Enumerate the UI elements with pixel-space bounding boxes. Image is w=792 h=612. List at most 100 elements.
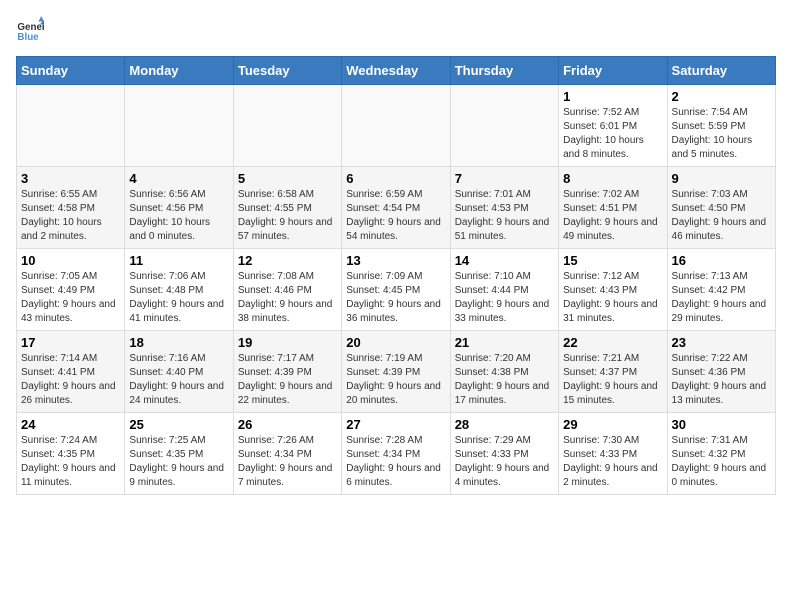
calendar-week-3: 17 Sunrise: 7:14 AM Sunset: 4:41 PM Dayli… — [17, 331, 776, 413]
calendar-cell — [125, 85, 233, 167]
day-number: 30 — [672, 417, 771, 432]
day-number: 24 — [21, 417, 120, 432]
day-info: Sunrise: 7:13 AM Sunset: 4:42 PM Dayligh… — [672, 270, 771, 326]
day-number: 22 — [563, 335, 662, 350]
calendar-cell: 7 Sunrise: 7:01 AM Sunset: 4:53 PM Daylig… — [450, 167, 558, 249]
day-number: 11 — [129, 253, 228, 268]
day-header-wednesday: Wednesday — [342, 57, 450, 85]
calendar-cell: 28 Sunrise: 7:29 AM Sunset: 4:33 PM Dayli… — [450, 413, 558, 495]
day-number: 1 — [563, 89, 662, 104]
day-info: Sunrise: 6:58 AM Sunset: 4:55 PM Dayligh… — [238, 188, 337, 244]
day-info: Sunrise: 6:59 AM Sunset: 4:54 PM Dayligh… — [346, 188, 445, 244]
calendar-cell: 9 Sunrise: 7:03 AM Sunset: 4:50 PM Daylig… — [667, 167, 775, 249]
day-number: 23 — [672, 335, 771, 350]
day-number: 3 — [21, 171, 120, 186]
header: General Blue — [16, 16, 776, 44]
day-info: Sunrise: 7:01 AM Sunset: 4:53 PM Dayligh… — [455, 188, 554, 244]
calendar-week-4: 24 Sunrise: 7:24 AM Sunset: 4:35 PM Dayli… — [17, 413, 776, 495]
calendar-cell: 4 Sunrise: 6:56 AM Sunset: 4:56 PM Daylig… — [125, 167, 233, 249]
calendar-cell: 29Sunrise: 7:30 AM Sunset: 4:33 PM Dayli… — [559, 413, 667, 495]
calendar-cell: 22 Sunrise: 7:21 AM Sunset: 4:37 PM Dayli… — [559, 331, 667, 413]
calendar-cell: 20 Sunrise: 7:19 AM Sunset: 4:39 PM Dayli… — [342, 331, 450, 413]
day-number: 19 — [238, 335, 337, 350]
calendar-cell: 23 Sunrise: 7:22 AM Sunset: 4:36 PM Dayli… — [667, 331, 775, 413]
day-header-friday: Friday — [559, 57, 667, 85]
day-info: Sunrise: 7:24 AM Sunset: 4:35 PM Dayligh… — [21, 434, 120, 490]
calendar-table: SundayMondayTuesdayWednesdayThursdayFrid… — [16, 56, 776, 495]
calendar-cell: 15Sunrise: 7:12 AM Sunset: 4:43 PM Dayli… — [559, 249, 667, 331]
calendar-cell: 26 Sunrise: 7:26 AM Sunset: 4:34 PM Dayli… — [233, 413, 341, 495]
day-number: 14 — [455, 253, 554, 268]
calendar-cell: 27 Sunrise: 7:28 AM Sunset: 4:34 PM Dayli… — [342, 413, 450, 495]
calendar-cell — [233, 85, 341, 167]
calendar-cell: 13 Sunrise: 7:09 AM Sunset: 4:45 PM Dayli… — [342, 249, 450, 331]
calendar-cell — [17, 85, 125, 167]
calendar-cell: 17 Sunrise: 7:14 AM Sunset: 4:41 PM Dayli… — [17, 331, 125, 413]
logo: General Blue — [16, 16, 48, 44]
calendar-cell: 3 Sunrise: 6:55 AM Sunset: 4:58 PM Daylig… — [17, 167, 125, 249]
day-number: 17 — [21, 335, 120, 350]
day-number: 6 — [346, 171, 445, 186]
calendar-week-2: 10Sunrise: 7:05 AM Sunset: 4:49 PM Dayli… — [17, 249, 776, 331]
calendar-cell: 8 Sunrise: 7:02 AM Sunset: 4:51 PM Daylig… — [559, 167, 667, 249]
calendar-cell: 5 Sunrise: 6:58 AM Sunset: 4:55 PM Daylig… — [233, 167, 341, 249]
day-info: Sunrise: 7:19 AM Sunset: 4:39 PM Dayligh… — [346, 352, 445, 408]
day-header-monday: Monday — [125, 57, 233, 85]
calendar-cell: 16 Sunrise: 7:13 AM Sunset: 4:42 PM Dayli… — [667, 249, 775, 331]
day-info: Sunrise: 7:14 AM Sunset: 4:41 PM Dayligh… — [21, 352, 120, 408]
day-info: Sunrise: 7:10 AM Sunset: 4:44 PM Dayligh… — [455, 270, 554, 326]
day-info: Sunrise: 7:02 AM Sunset: 4:51 PM Dayligh… — [563, 188, 662, 244]
day-number: 5 — [238, 171, 337, 186]
calendar-cell: 21Sunrise: 7:20 AM Sunset: 4:38 PM Dayli… — [450, 331, 558, 413]
day-number: 26 — [238, 417, 337, 432]
day-info: Sunrise: 7:17 AM Sunset: 4:39 PM Dayligh… — [238, 352, 337, 408]
calendar-cell: 24 Sunrise: 7:24 AM Sunset: 4:35 PM Dayli… — [17, 413, 125, 495]
calendar-cell — [450, 85, 558, 167]
day-number: 7 — [455, 171, 554, 186]
calendar-cell: 14 Sunrise: 7:10 AM Sunset: 4:44 PM Dayli… — [450, 249, 558, 331]
calendar-cell: 1 Sunrise: 7:52 AM Sunset: 6:01 PM Daylig… — [559, 85, 667, 167]
logo-icon: General Blue — [16, 16, 44, 44]
day-info: Sunrise: 6:56 AM Sunset: 4:56 PM Dayligh… — [129, 188, 228, 244]
day-header-sunday: Sunday — [17, 57, 125, 85]
calendar-cell: 18Sunrise: 7:16 AM Sunset: 4:40 PM Dayli… — [125, 331, 233, 413]
day-info: Sunrise: 7:25 AM Sunset: 4:35 PM Dayligh… — [129, 434, 228, 490]
day-header-thursday: Thursday — [450, 57, 558, 85]
day-info: Sunrise: 7:26 AM Sunset: 4:34 PM Dayligh… — [238, 434, 337, 490]
calendar-week-0: 1 Sunrise: 7:52 AM Sunset: 6:01 PM Daylig… — [17, 85, 776, 167]
day-info: Sunrise: 7:29 AM Sunset: 4:33 PM Dayligh… — [455, 434, 554, 490]
day-info: Sunrise: 7:28 AM Sunset: 4:34 PM Dayligh… — [346, 434, 445, 490]
day-info: Sunrise: 7:52 AM Sunset: 6:01 PM Dayligh… — [563, 106, 662, 162]
calendar-cell: 19 Sunrise: 7:17 AM Sunset: 4:39 PM Dayli… — [233, 331, 341, 413]
day-info: Sunrise: 7:03 AM Sunset: 4:50 PM Dayligh… — [672, 188, 771, 244]
day-number: 9 — [672, 171, 771, 186]
day-number: 2 — [672, 89, 771, 104]
day-number: 28 — [455, 417, 554, 432]
day-info: Sunrise: 7:09 AM Sunset: 4:45 PM Dayligh… — [346, 270, 445, 326]
calendar-cell: 2 Sunrise: 7:54 AM Sunset: 5:59 PM Daylig… — [667, 85, 775, 167]
day-number: 27 — [346, 417, 445, 432]
day-info: Sunrise: 7:21 AM Sunset: 4:37 PM Dayligh… — [563, 352, 662, 408]
day-info: Sunrise: 7:31 AM Sunset: 4:32 PM Dayligh… — [672, 434, 771, 490]
calendar-cell: 10Sunrise: 7:05 AM Sunset: 4:49 PM Dayli… — [17, 249, 125, 331]
day-number: 12 — [238, 253, 337, 268]
day-number: 16 — [672, 253, 771, 268]
day-info: Sunrise: 7:20 AM Sunset: 4:38 PM Dayligh… — [455, 352, 554, 408]
day-info: Sunrise: 6:55 AM Sunset: 4:58 PM Dayligh… — [21, 188, 120, 244]
day-number: 15 — [563, 253, 662, 268]
calendar-cell: 12Sunrise: 7:08 AM Sunset: 4:46 PM Dayli… — [233, 249, 341, 331]
calendar-cell: 11Sunrise: 7:06 AM Sunset: 4:48 PM Dayli… — [125, 249, 233, 331]
day-info: Sunrise: 7:30 AM Sunset: 4:33 PM Dayligh… — [563, 434, 662, 490]
day-number: 18 — [129, 335, 228, 350]
day-info: Sunrise: 7:54 AM Sunset: 5:59 PM Dayligh… — [672, 106, 771, 162]
calendar-week-1: 3 Sunrise: 6:55 AM Sunset: 4:58 PM Daylig… — [17, 167, 776, 249]
day-number: 20 — [346, 335, 445, 350]
day-info: Sunrise: 7:22 AM Sunset: 4:36 PM Dayligh… — [672, 352, 771, 408]
day-number: 13 — [346, 253, 445, 268]
day-header-tuesday: Tuesday — [233, 57, 341, 85]
day-number: 25 — [129, 417, 228, 432]
day-number: 8 — [563, 171, 662, 186]
day-number: 4 — [129, 171, 228, 186]
calendar-cell: 25 Sunrise: 7:25 AM Sunset: 4:35 PM Dayli… — [125, 413, 233, 495]
calendar-cell — [342, 85, 450, 167]
